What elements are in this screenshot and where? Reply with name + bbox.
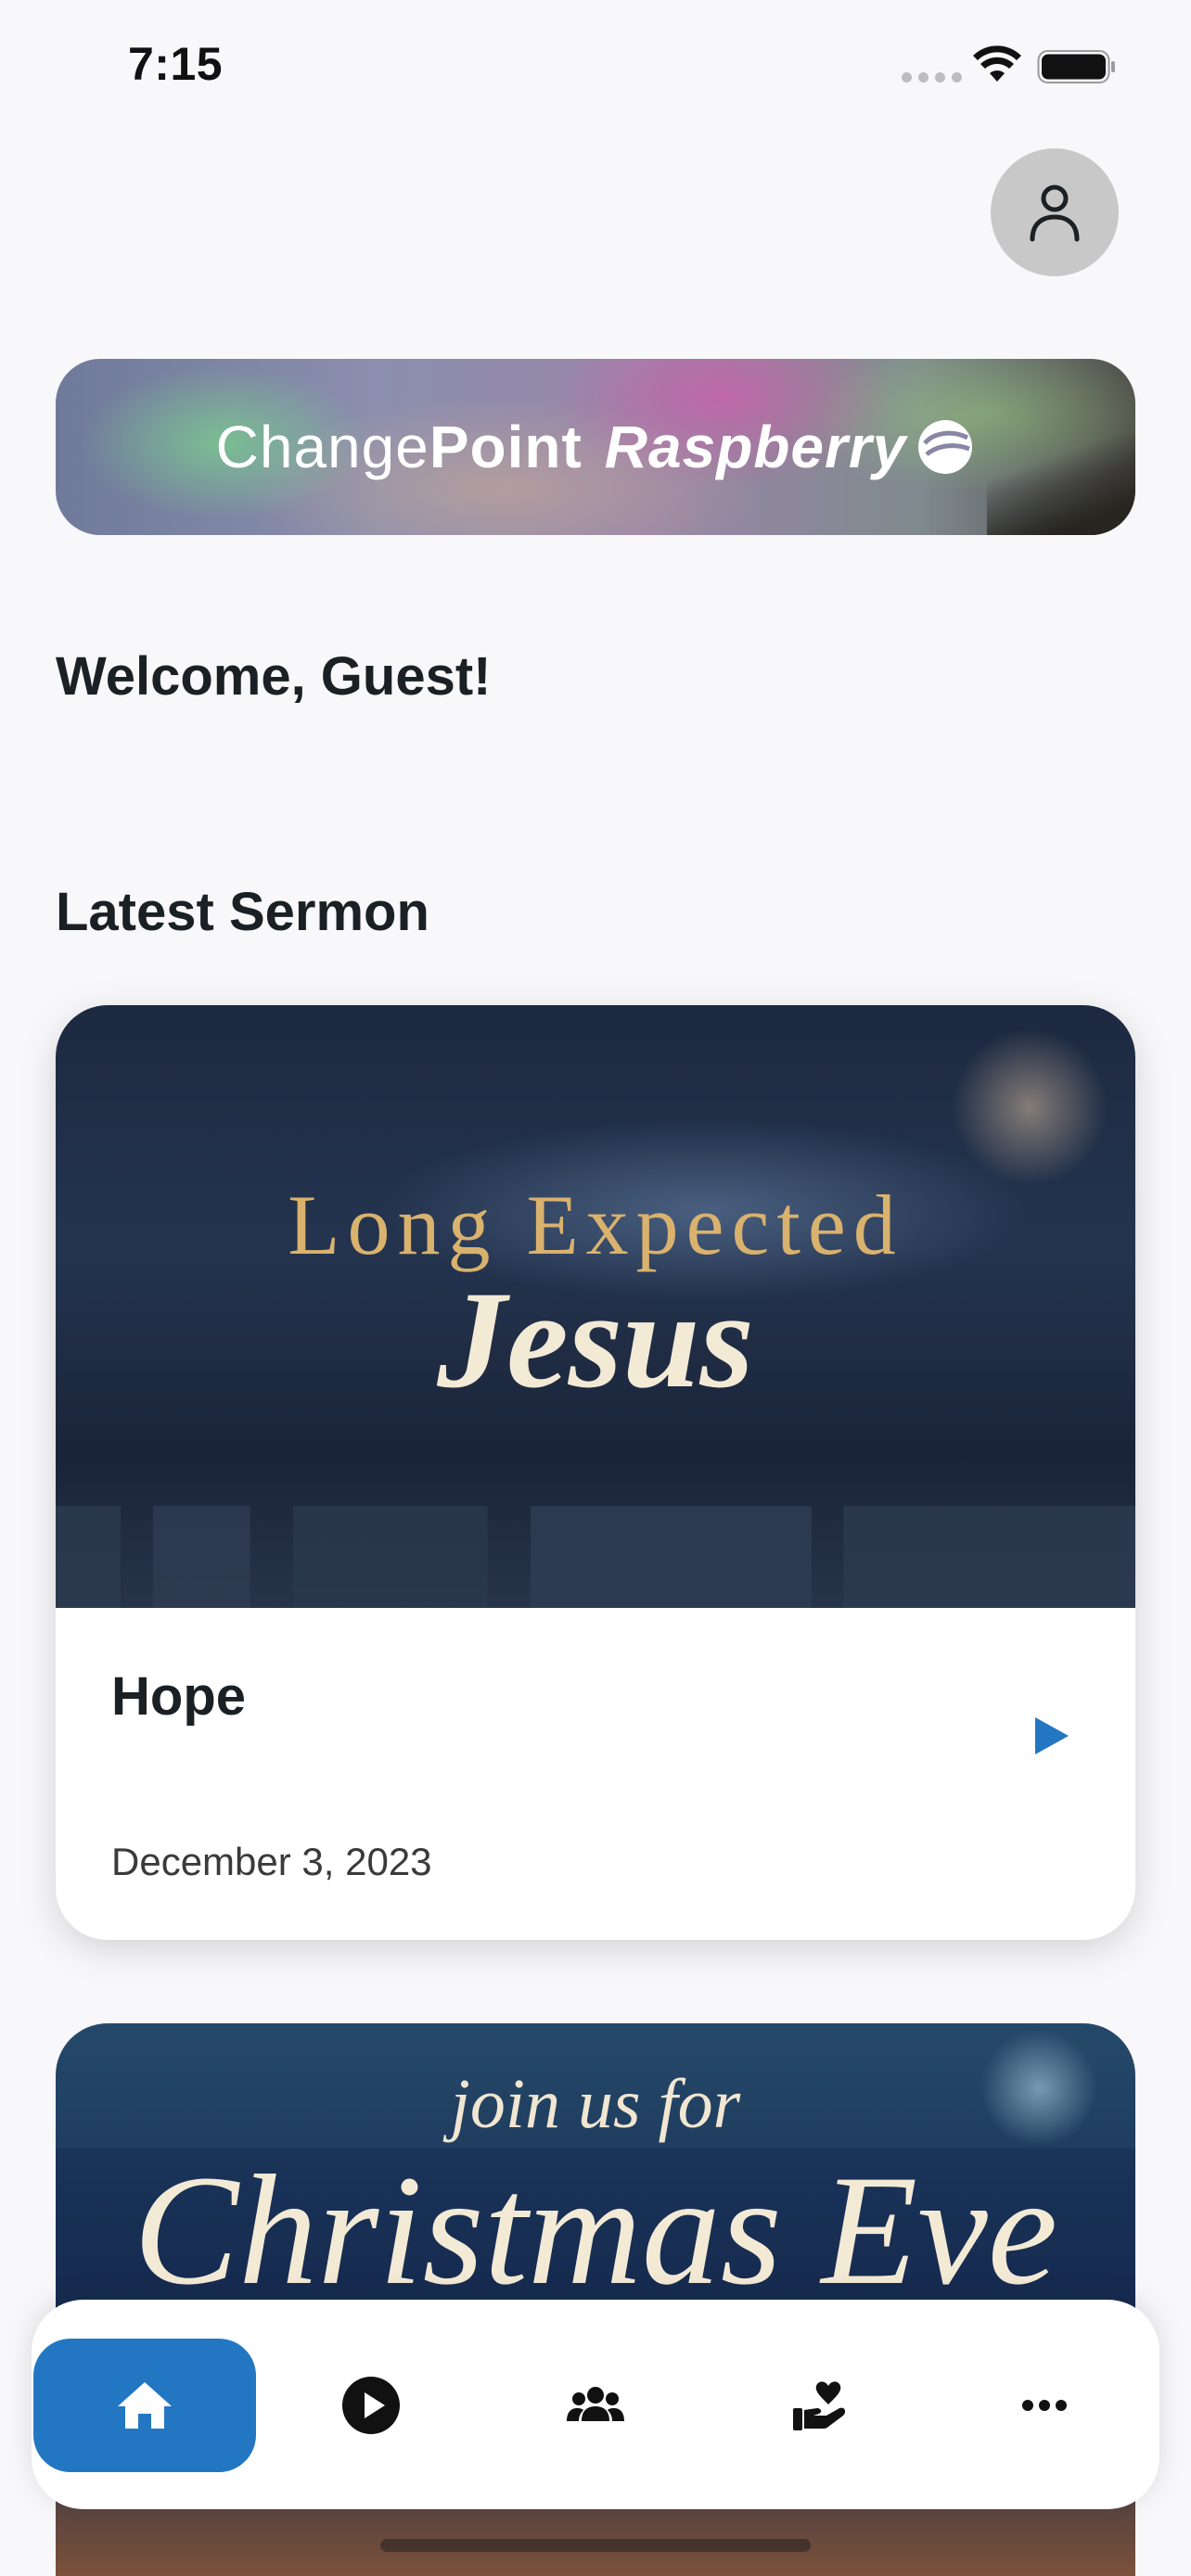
artwork-title: Jesus: [437, 1263, 754, 1417]
logo-mark-icon: [918, 420, 973, 474]
welcome-heading: Welcome, Guest!: [56, 646, 492, 707]
profile-button[interactable]: [991, 148, 1119, 276]
bottom-tab-bar: [32, 2300, 1159, 2509]
home-indicator[interactable]: [380, 2539, 811, 2552]
home-icon: [118, 2382, 172, 2429]
giving-hand-heart-icon: [793, 2381, 846, 2430]
tab-media[interactable]: [260, 2339, 482, 2472]
status-bar: 7:15: [0, 0, 1191, 139]
tab-give[interactable]: [709, 2339, 931, 2472]
more-dots-icon: [1022, 2400, 1067, 2411]
play-circle-icon: [342, 2377, 400, 2434]
tab-more[interactable]: [933, 2339, 1156, 2472]
church-logo: Change Point Raspberry: [216, 413, 976, 481]
sermon-date: December 3, 2023: [111, 1840, 432, 1883]
battery-icon: [1037, 50, 1115, 83]
sermon-title: Hope: [111, 1666, 246, 1727]
status-time: 7:15: [128, 38, 224, 90]
sermon-artwork: Long Expected Jesus: [56, 1005, 1135, 1608]
user-icon: [1030, 185, 1080, 242]
latest-sermon-card[interactable]: Long Expected Jesus Hope December 3, 202…: [56, 1005, 1135, 1940]
event-artwork-title: Christmas Eve: [133, 2143, 1058, 2317]
play-icon[interactable]: [1028, 1714, 1072, 1758]
event-artwork-subtitle: join us for: [450, 2065, 741, 2143]
church-banner: Change Point Raspberry: [56, 359, 1135, 535]
people-icon: [567, 2387, 624, 2421]
home-screen: 7:15 Change Point Raspberry Welcome, Gue…: [0, 0, 1191, 2576]
artwork-subtitle: Long Expected: [288, 1178, 903, 1272]
latest-sermon-heading: Latest Sermon: [56, 882, 429, 942]
tab-home[interactable]: [33, 2339, 256, 2472]
cellular-signal-icon: [902, 72, 962, 83]
tab-groups[interactable]: [484, 2339, 707, 2472]
wifi-icon: [973, 45, 1021, 82]
